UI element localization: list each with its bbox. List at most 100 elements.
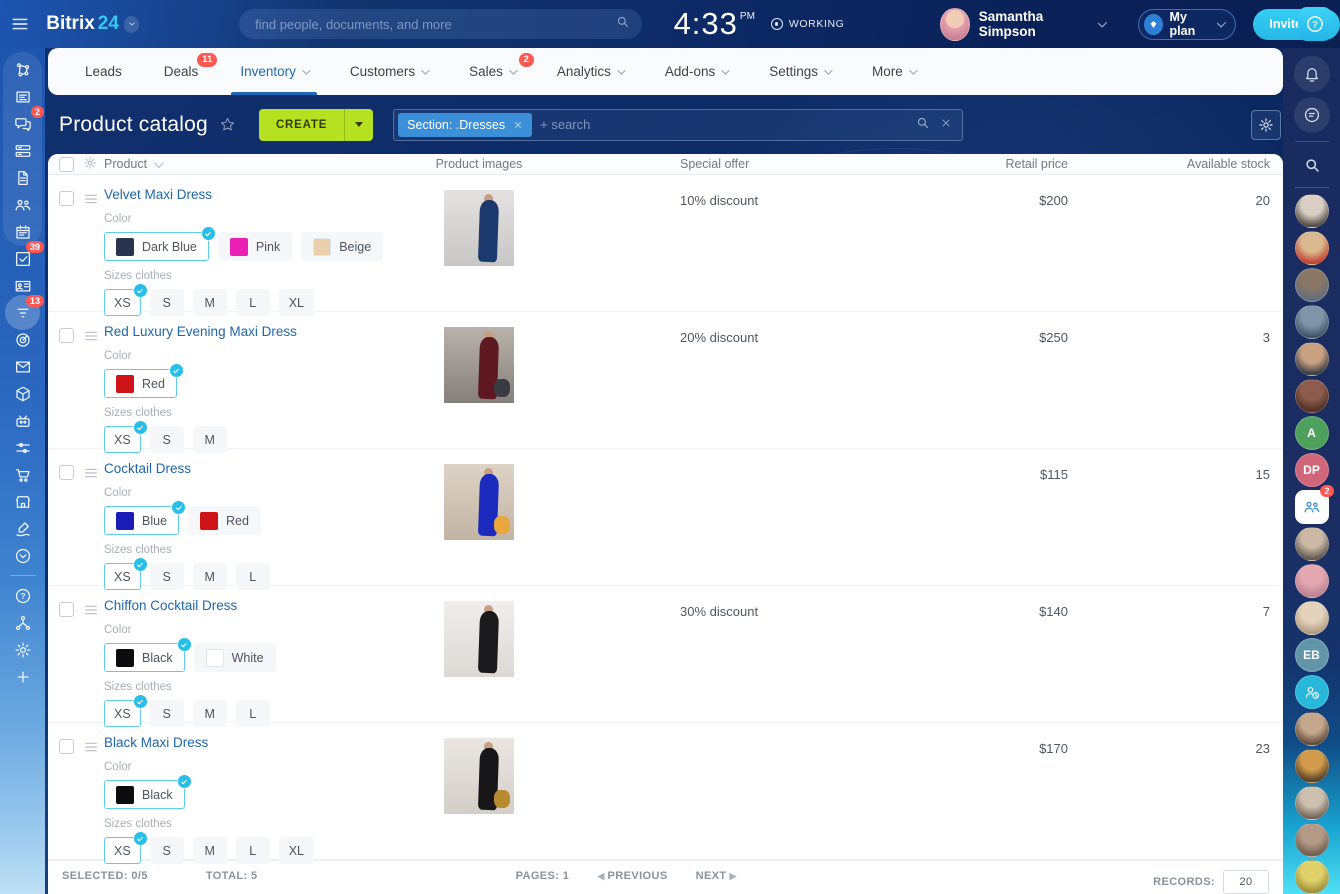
size-chip-s[interactable]: S [150,837,184,864]
help-button[interactable]: ? [1298,7,1332,41]
drag-handle-icon[interactable] [83,739,99,760]
avatar-man-crowd[interactable] [1295,305,1329,339]
color-chip-black[interactable]: Black [104,643,185,672]
size-chip-l[interactable]: L [236,700,270,727]
column-product[interactable]: Product [104,157,404,171]
mail-icon[interactable] [3,353,42,380]
avatar-kid-yellow[interactable] [1295,860,1329,894]
color-chip-dark-blue[interactable]: Dark Blue [104,232,209,261]
row-checkbox[interactable] [59,739,74,754]
product-name-link[interactable]: Velvet Maxi Dress [104,187,212,202]
product-image[interactable] [444,601,514,677]
size-chip-m[interactable]: M [193,700,227,727]
color-chip-white[interactable]: White [194,643,276,672]
records-per-page-select[interactable]: 20 [1223,870,1269,894]
nav-item-more[interactable]: More [851,48,936,95]
create-button[interactable]: CREATE [259,109,373,141]
size-chip-s[interactable]: S [150,563,184,590]
avatar-man-beard[interactable] [1295,786,1329,820]
drag-handle-icon[interactable] [83,191,99,212]
share-network-icon[interactable] [3,56,42,83]
collapse-chevron-icon[interactable] [3,542,42,569]
product-image[interactable] [444,190,514,266]
search-icon[interactable] [1294,150,1330,180]
group-chat-button[interactable]: 2 [1295,490,1329,524]
drive-icon[interactable] [3,137,42,164]
automation-bot-icon[interactable] [3,407,42,434]
product-name-link[interactable]: Cocktail Dress [104,461,191,476]
size-chip-xs[interactable]: XS [104,563,141,590]
avatar-man-suit[interactable] [1295,194,1329,228]
avatar-woman-pink-hair[interactable] [1295,564,1329,598]
filter-search-icon[interactable] [915,115,930,135]
size-chip-xs[interactable]: XS [104,837,141,864]
help-circle-icon[interactable]: ? [3,582,42,609]
avatar-initials-a[interactable]: A [1295,416,1329,450]
select-all-checkbox[interactable] [59,157,74,172]
online-store-icon[interactable] [3,488,42,515]
size-chip-l[interactable]: L [236,837,270,864]
column-available-stock[interactable]: Available stock [1084,157,1283,171]
add-plus-icon[interactable] [3,663,42,690]
size-chip-s[interactable]: S [150,700,184,727]
avatar-man-glasses[interactable] [1295,268,1329,302]
color-chip-blue[interactable]: Blue [104,506,179,535]
avatar-woman-red-sweater[interactable] [1295,231,1329,265]
drag-handle-icon[interactable] [83,602,99,623]
avatar-woman-blonde[interactable] [1295,601,1329,635]
create-dropdown[interactable] [344,109,373,141]
bell-icon[interactable] [1294,56,1330,92]
settings-sliders-icon[interactable] [3,434,42,461]
inventory-funnel-icon[interactable]: 13 [3,299,42,326]
product-box-icon[interactable] [3,380,42,407]
avatar-woman-short-hair[interactable] [1295,527,1329,561]
avatar-girl[interactable] [1295,823,1329,857]
clock[interactable]: 4:33 PM [674,7,755,41]
settings-gear-icon[interactable] [3,636,42,663]
remove-filter-icon[interactable] [513,120,523,130]
size-chip-xs[interactable]: XS [104,289,141,316]
product-image[interactable] [444,464,514,540]
sitemap-icon[interactable] [3,609,42,636]
nav-item-analytics[interactable]: Analytics [536,48,644,95]
size-chip-s[interactable]: S [150,426,184,453]
favorite-star-icon[interactable] [219,116,236,133]
column-product-images[interactable]: Product images [404,157,554,171]
row-checkbox[interactable] [59,328,74,343]
nav-item-settings[interactable]: Settings [748,48,851,95]
hamburger-menu-icon[interactable] [0,14,40,34]
documents-icon[interactable] [3,164,42,191]
shopping-cart-icon[interactable] [3,461,42,488]
size-chip-m[interactable]: M [193,563,227,590]
grid-settings-button[interactable] [1251,110,1281,140]
row-checkbox[interactable] [59,465,74,480]
size-chip-l[interactable]: L [236,289,270,316]
avatar-tiger[interactable] [1295,749,1329,783]
avatar-woman-dark-hair[interactable] [1295,712,1329,746]
size-chip-m[interactable]: M [193,837,227,864]
size-chip-xl[interactable]: XL [279,837,314,864]
avatar-woman-brown[interactable] [1295,379,1329,413]
logo-chevron-icon[interactable] [124,16,139,33]
user-avatar[interactable] [940,8,969,41]
product-image[interactable] [444,738,514,814]
marketing-target-icon[interactable] [3,326,42,353]
next-page-button[interactable]: NEXT ▶ [696,870,737,882]
filter-chip[interactable]: Section: .Dresses [398,113,532,137]
filter-clear-icon[interactable] [940,116,952,134]
support-chat-icon[interactable] [1294,97,1330,133]
size-chip-m[interactable]: M [193,426,227,453]
column-special-offer[interactable]: Special offer [554,157,874,171]
invite-user-button[interactable] [1295,675,1329,709]
avatar-initials-eb[interactable]: EB [1295,638,1329,672]
avatar-initials-dp[interactable]: DP [1295,453,1329,487]
product-name-link[interactable]: Chiffon Cocktail Dress [104,598,237,613]
color-chip-beige[interactable]: Beige [301,232,383,261]
global-search[interactable] [239,9,641,39]
size-chip-l[interactable]: L [236,563,270,590]
previous-page-button[interactable]: ◀ PREVIOUS [597,870,667,882]
drag-handle-icon[interactable] [83,328,99,349]
filter-search-bar[interactable]: Section: .Dresses + search [393,109,963,141]
workgroups-icon[interactable] [3,191,42,218]
color-chip-red[interactable]: Red [188,506,261,535]
